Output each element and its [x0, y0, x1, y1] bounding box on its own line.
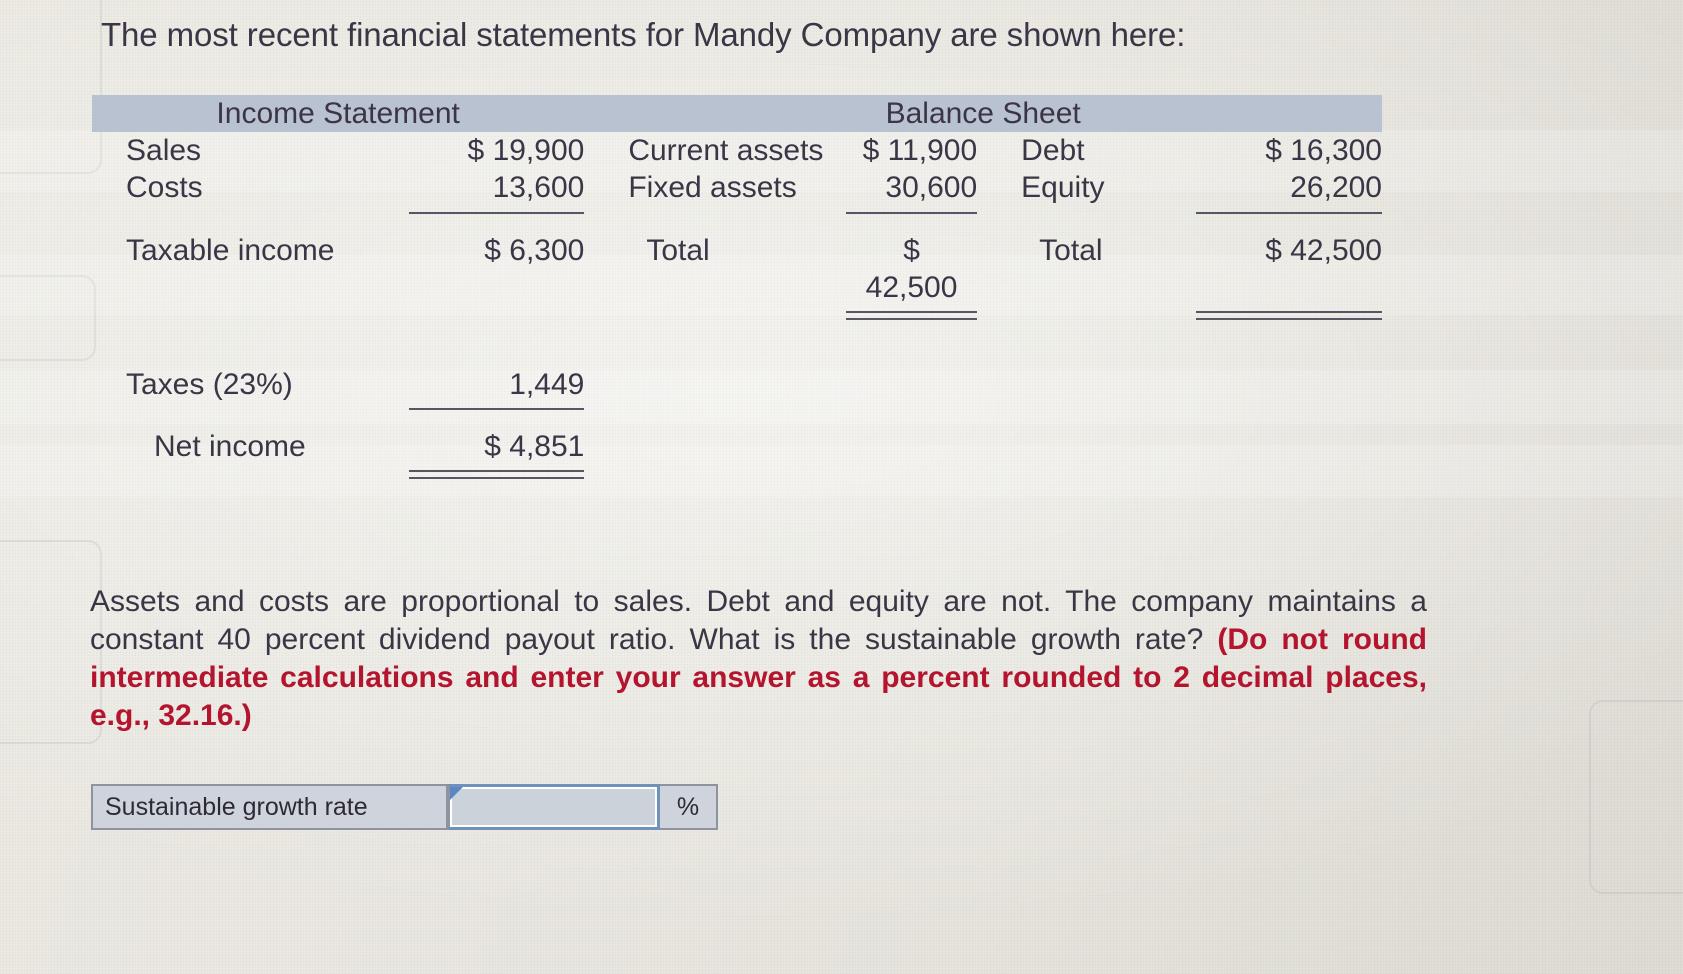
total-rule-row — [92, 465, 1382, 480]
row-value-fixed-assets: 30,600 — [885, 171, 978, 205]
row-value-total-liabilities: $ 42,500 — [1265, 233, 1382, 267]
row-label-fixed-assets: Fixed assets — [628, 171, 797, 205]
statements-header-row: Income Statement Balance Sheet — [92, 95, 1382, 133]
balance-sheet-title: Balance Sheet — [584, 95, 1382, 133]
row-label-debt: Debt — [1021, 134, 1085, 168]
table-row: Taxes (23%) 1,449 — [92, 366, 1382, 403]
row-label-costs: Costs — [126, 171, 203, 205]
answer-input-container[interactable] — [448, 784, 660, 830]
accounting-double-rule — [845, 310, 978, 320]
row-value-costs: 13,600 — [492, 171, 585, 205]
row-value-taxes: 1,449 — [509, 367, 585, 401]
row-label-sales: Sales — [126, 134, 202, 168]
spacer-row — [92, 320, 1382, 366]
row-value-debt: $ 16,300 — [1265, 134, 1382, 168]
row-label-equity: Equity — [1021, 171, 1105, 205]
row-label-total-liabilities: Total — [1039, 233, 1103, 267]
row-label-taxes: Taxes (23%) — [126, 367, 293, 401]
subtotal-rule-row — [92, 207, 1382, 214]
currency-symbol: $ — [903, 233, 920, 267]
table-row: Sales $ 19,900 Current assets $ 11,900 D… — [92, 132, 1382, 169]
row-value-equity: 26,200 — [1290, 171, 1382, 205]
row-value-taxable-income: $ 6,300 — [484, 233, 585, 267]
answer-entry-row: Sustainable growth rate % — [91, 784, 718, 830]
total-assets-amount: 42,500 — [865, 270, 958, 304]
row-value-net-income: $ 4,851 — [484, 430, 585, 464]
spacer-row — [92, 410, 1382, 428]
question-paragraph: Assets and costs are proportional to sal… — [90, 583, 1427, 735]
accounting-double-rule — [409, 470, 585, 480]
table-row: Taxable income $ 6,300 Total $ 42,500 To… — [92, 232, 1382, 306]
row-value-sales: $ 19,900 — [467, 134, 585, 168]
intro-text: The most recent financial statements for… — [101, 16, 1186, 53]
table-row: Costs 13,600 Fixed assets 30,600 Equity … — [92, 169, 1382, 206]
spacer-row — [92, 214, 1382, 232]
answer-label: Sustainable growth rate — [91, 784, 448, 830]
sustainable-growth-rate-input[interactable] — [450, 787, 657, 827]
percent-unit-label: % — [660, 784, 718, 830]
row-label-net-income: Net income — [154, 430, 306, 464]
income-statement-title: Income Statement — [92, 95, 585, 133]
table-row: Net income $ 4,851 — [92, 428, 1382, 465]
row-value-current-assets: $ 11,900 — [862, 134, 978, 168]
accounting-double-rule — [1195, 310, 1382, 320]
row-label-current-assets: Current assets — [628, 134, 824, 168]
row-label-taxable-income: Taxable income — [126, 233, 335, 267]
row-value-total-assets: $ 42,500 — [846, 232, 977, 306]
subtotal-rule-row — [92, 403, 1382, 411]
row-label-total-assets: Total — [646, 233, 710, 267]
financial-statements-table: Income Statement Balance Sheet Sales $ 1… — [92, 95, 1382, 480]
total-rule-row — [92, 306, 1382, 320]
